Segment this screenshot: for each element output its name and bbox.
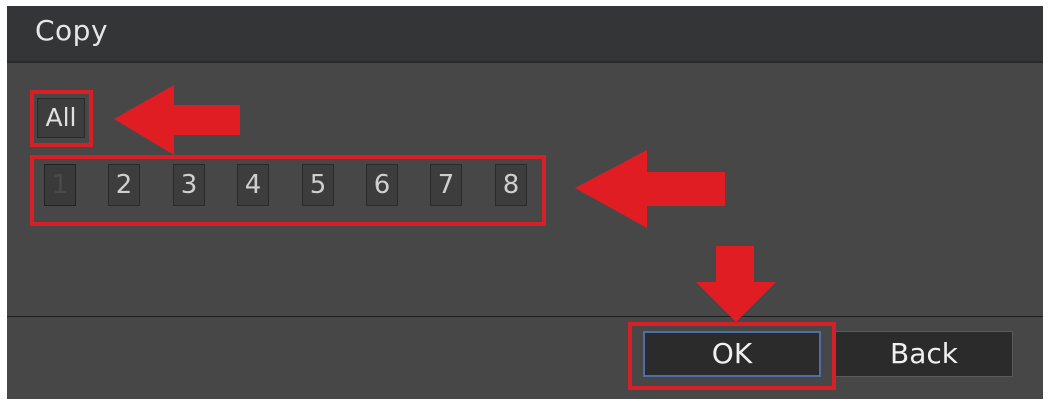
channels-highlight-box xyxy=(30,155,546,226)
dialog-titlebar: Copy xyxy=(7,6,1043,63)
ok-highlight-box xyxy=(628,322,836,390)
down-arrow-icon xyxy=(696,246,776,322)
left-arrow-icon xyxy=(114,85,240,155)
dialog-title: Copy xyxy=(35,14,109,47)
back-button[interactable]: Back xyxy=(835,331,1013,377)
all-highlight-box xyxy=(30,90,93,147)
left-arrow-icon xyxy=(575,150,725,228)
